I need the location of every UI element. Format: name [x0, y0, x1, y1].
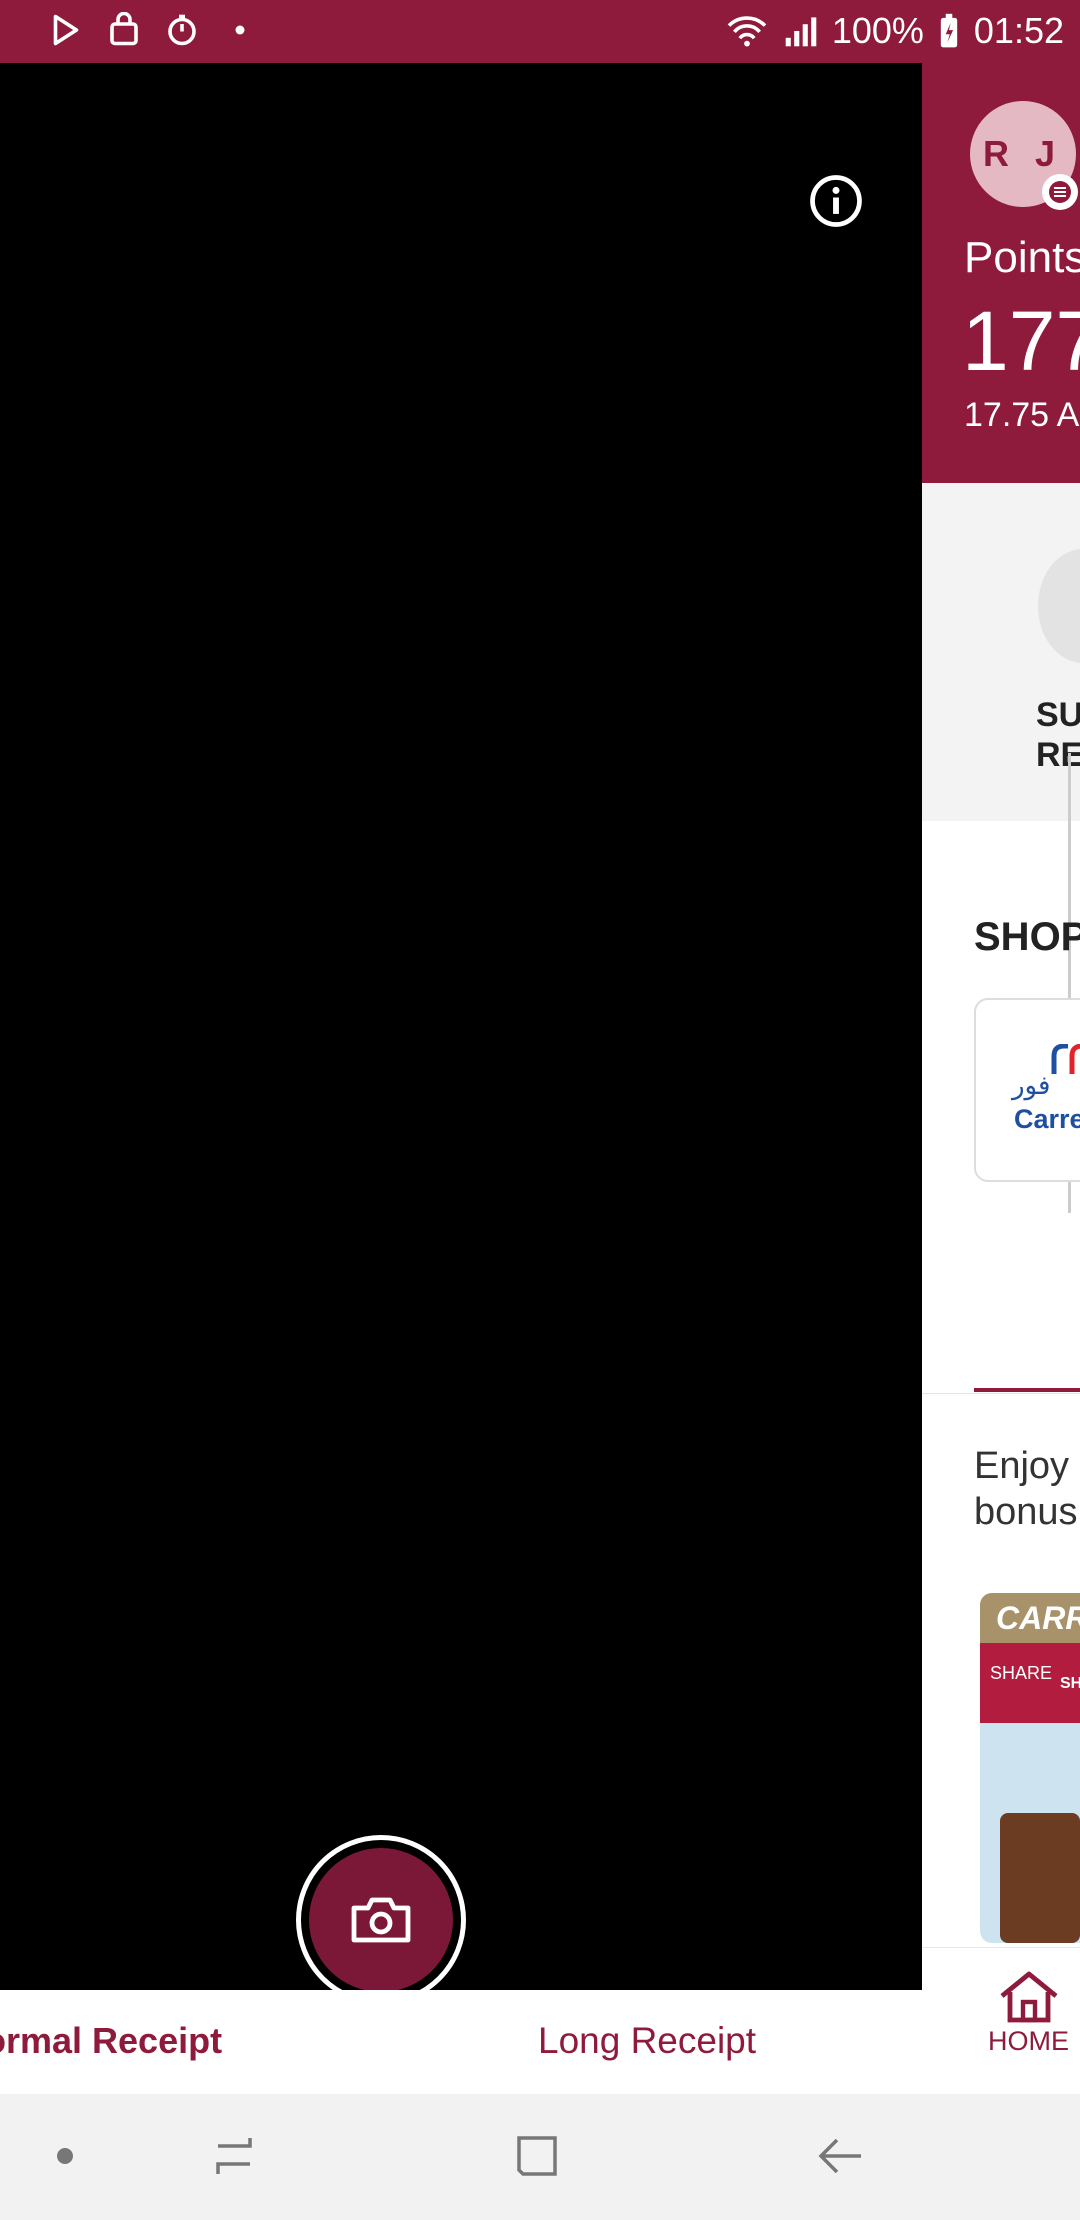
system-navigation-bar: [0, 2094, 1080, 2220]
home-icon[interactable]: [998, 1970, 1060, 2024]
tab-long-receipt[interactable]: Long Receipt: [538, 2020, 756, 2062]
promo-description: Enjoy bonus: [974, 1445, 1078, 1533]
play-store-icon: [53, 14, 79, 46]
clock: 01:52: [973, 10, 1064, 51]
info-icon[interactable]: [809, 174, 863, 228]
divider: [922, 1393, 1080, 1394]
bottom-navigation: HOME: [922, 1947, 1080, 2094]
product-image: [1000, 1813, 1080, 1943]
shop-section-title: SHOP: [974, 915, 1080, 959]
active-tab-indicator: [974, 1388, 1080, 1392]
capture-button[interactable]: [296, 1835, 466, 2005]
battery-icon: [940, 13, 958, 48]
promo-card[interactable]: CARR SHARE SH: [980, 1593, 1080, 1943]
home-button-icon[interactable]: [513, 2132, 561, 2180]
timer-icon: [168, 14, 196, 46]
tab-normal-receipt[interactable]: ormal Receipt: [0, 2020, 222, 2062]
shopping-bag-icon: [110, 12, 138, 46]
receipt-type-tabs: ormal Receipt Long Receipt: [0, 1990, 922, 2094]
home-screen-panel[interactable]: R J Points 177 17.75 AE SU RE SHOP فور C…: [922, 63, 1080, 2094]
camera-viewfinder[interactable]: [0, 63, 922, 2005]
points-label: Points: [964, 233, 1080, 282]
camera-icon: [351, 1897, 411, 1943]
carrefour-logo-icon: [1051, 1044, 1080, 1074]
dot-icon: [235, 25, 245, 35]
wifi-icon: [727, 16, 767, 47]
points-currency-value: 17.75 AE: [964, 396, 1080, 434]
status-bar: 100% 01:52: [0, 0, 1080, 63]
back-icon[interactable]: [815, 2134, 865, 2178]
points-value: 177: [962, 294, 1080, 388]
menu-icon[interactable]: [1042, 174, 1078, 210]
submit-receipt-label: SU RE: [1036, 696, 1080, 774]
recent-apps-icon[interactable]: [210, 2134, 260, 2178]
battery-percent: 100%: [831, 10, 924, 51]
nav-home-label[interactable]: HOME: [988, 2026, 1069, 2057]
signal-icon: [785, 17, 817, 47]
dot-indicator-icon: [57, 2148, 73, 2164]
shop-card-carrefour[interactable]: فور Carre: [974, 998, 1080, 1182]
